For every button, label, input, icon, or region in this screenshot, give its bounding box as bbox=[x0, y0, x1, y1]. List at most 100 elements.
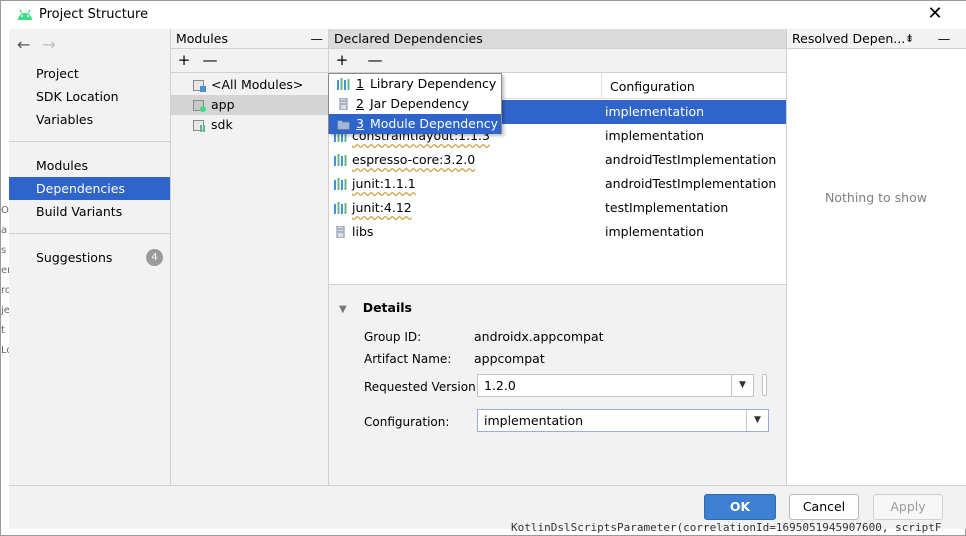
table-row[interactable]: espresso-core:3.2.0 androidTestImplement… bbox=[329, 148, 786, 172]
jar-icon bbox=[339, 98, 348, 110]
jar-icon bbox=[336, 226, 345, 238]
dependency-config: implementation bbox=[605, 104, 705, 119]
details-title: Details bbox=[362, 300, 412, 315]
group-id-label: Group ID: bbox=[364, 330, 422, 344]
menu-item-library-dependency[interactable]: 1 Library Dependency bbox=[329, 74, 501, 94]
dependencies-toolbar: + — bbox=[329, 49, 786, 73]
count-badge: 4 bbox=[146, 249, 163, 266]
arrow-right-icon[interactable]: → bbox=[42, 35, 55, 54]
details-panel: ▼ Details Group ID: androidx.appcompat Ar… bbox=[329, 284, 786, 503]
close-icon[interactable]: ✕ bbox=[923, 3, 947, 27]
menu-item-label: Module Dependency bbox=[369, 116, 499, 131]
dependency-name: espresso-core:3.2.0 bbox=[352, 152, 476, 167]
cancel-button[interactable]: Cancel bbox=[789, 494, 859, 520]
resolved-header: Resolved Depen... ⇟ — bbox=[787, 29, 966, 49]
menu-item-jar-dependency[interactable]: 2 Jar Dependency bbox=[329, 94, 501, 114]
dependency-config: androidTestImplementation bbox=[605, 152, 777, 167]
modules-header-label: Modules bbox=[176, 31, 228, 46]
remove-module-button[interactable]: — bbox=[201, 51, 219, 69]
background-editor-edge: Oras erroje tLo bbox=[1, 205, 9, 356]
module-label: app bbox=[211, 97, 235, 112]
sidebar-item-label: Suggestions bbox=[36, 250, 113, 265]
library-icon bbox=[337, 78, 350, 90]
remove-dependency-button[interactable]: — bbox=[366, 51, 384, 69]
menu-item-label: Library Dependency bbox=[369, 76, 497, 91]
mnemonic: 1 bbox=[356, 76, 364, 91]
dependency-config: testImplementation bbox=[605, 200, 729, 215]
column-divider bbox=[601, 73, 602, 99]
chevron-down-icon[interactable]: ▼ bbox=[746, 410, 768, 431]
arrow-left-icon[interactable]: ← bbox=[17, 35, 30, 54]
menu-item-module-dependency[interactable]: 3 Module Dependency bbox=[329, 114, 501, 134]
sidebar-item-build-variants[interactable]: Build Variants bbox=[9, 200, 170, 223]
group-id-value: androidx.appcompat bbox=[474, 329, 604, 344]
android-icon bbox=[18, 9, 32, 20]
library-icon bbox=[334, 202, 347, 214]
configuration-label: Configuration: bbox=[364, 415, 450, 429]
artifact-name-value: appcompat bbox=[474, 351, 545, 366]
modules-panel: Modules — + — <All Modules> app sdk bbox=[171, 29, 329, 503]
sidebar-item-sdk-location[interactable]: SDK Location bbox=[9, 85, 170, 108]
collapse-all-icon[interactable]: ⇟ bbox=[905, 29, 914, 49]
empty-state-text: Nothing to show bbox=[825, 190, 927, 205]
chevron-down-icon[interactable]: ▼ bbox=[731, 375, 753, 396]
configuration-value: implementation bbox=[484, 413, 584, 428]
requested-version-label: Requested Version: bbox=[364, 380, 480, 394]
declared-header: Declared Dependencies bbox=[329, 29, 786, 49]
background-log-text: KotlinDslScriptsParameter(correlationId=… bbox=[511, 521, 942, 534]
module-item-all[interactable]: <All Modules> bbox=[171, 75, 328, 95]
add-module-button[interactable]: + bbox=[175, 51, 193, 69]
module-label: <All Modules> bbox=[211, 77, 304, 92]
collapse-triangle-icon: ▼ bbox=[339, 304, 347, 315]
sidebar-item-variables[interactable]: Variables bbox=[9, 108, 170, 131]
modules-header: Modules — bbox=[171, 29, 328, 49]
collapse-button[interactable]: — bbox=[311, 29, 324, 49]
sidebar-item-dependencies[interactable]: Dependencies bbox=[9, 177, 170, 200]
module-item-sdk[interactable]: sdk bbox=[171, 115, 328, 135]
column-header-configuration[interactable]: Configuration bbox=[610, 79, 695, 94]
app-module-icon bbox=[193, 100, 206, 112]
sidebar: ← → Project SDK Location Variables Module… bbox=[9, 29, 171, 503]
module-label: sdk bbox=[211, 117, 233, 132]
mnemonic: 3 bbox=[356, 116, 364, 131]
sidebar-item-modules[interactable]: Modules bbox=[9, 154, 170, 177]
modules-toolbar: + — bbox=[171, 49, 328, 73]
library-icon bbox=[334, 154, 347, 166]
dependency-config: implementation bbox=[605, 224, 705, 239]
all-modules-icon bbox=[193, 80, 206, 92]
project-structure-dialog: Project Structure ✕ Oras erroje tLo ←→ P… bbox=[0, 0, 966, 536]
add-dependency-popup: 1 Library Dependency 2 Jar Dependency 3 Mod… bbox=[328, 73, 502, 134]
resolved-dependencies-panel: Resolved Depen... ⇟ — Nothing to show bbox=[787, 29, 966, 503]
add-dependency-button[interactable]: + bbox=[333, 51, 351, 69]
divider bbox=[9, 141, 170, 142]
resolved-header-label: Resolved Depen... bbox=[792, 31, 906, 46]
apply-button[interactable]: Apply bbox=[873, 494, 943, 520]
menu-item-label: Jar Dependency bbox=[369, 96, 470, 111]
library-icon bbox=[334, 178, 347, 190]
module-icon bbox=[337, 120, 350, 130]
table-row[interactable]: junit:1.1.1 androidTestImplementation bbox=[329, 172, 786, 196]
version-status-marker bbox=[762, 374, 767, 396]
library-module-icon bbox=[193, 120, 205, 132]
table-row[interactable]: libs implementation bbox=[329, 220, 786, 244]
declared-header-label: Declared Dependencies bbox=[334, 31, 483, 46]
title-bar: Project Structure ✕ bbox=[1, 1, 966, 29]
artifact-name-label: Artifact Name: bbox=[364, 352, 452, 366]
table-row[interactable]: junit:4.12 testImplementation bbox=[329, 196, 786, 220]
divider bbox=[9, 233, 170, 234]
hide-panel-button[interactable]: — bbox=[937, 29, 951, 49]
nav-arrows: ← → bbox=[17, 35, 68, 54]
ok-button[interactable]: OK bbox=[704, 494, 776, 520]
sidebar-item-suggestions[interactable]: Suggestions 4 bbox=[9, 246, 170, 269]
module-item-app[interactable]: app bbox=[171, 95, 328, 115]
mnemonic: 2 bbox=[356, 96, 364, 111]
sidebar-item-project[interactable]: Project bbox=[9, 62, 170, 85]
dependency-config: implementation bbox=[605, 128, 705, 143]
requested-version-combo[interactable]: 1.2.0 ▼ bbox=[477, 374, 754, 397]
dependency-name: junit:1.1.1 bbox=[352, 176, 416, 191]
configuration-combo[interactable]: implementation ▼ bbox=[477, 409, 769, 432]
dependency-name: libs bbox=[352, 224, 374, 239]
details-header[interactable]: ▼ Details bbox=[339, 300, 412, 315]
dependency-name: junit:4.12 bbox=[352, 200, 412, 215]
requested-version-value: 1.2.0 bbox=[484, 378, 516, 393]
